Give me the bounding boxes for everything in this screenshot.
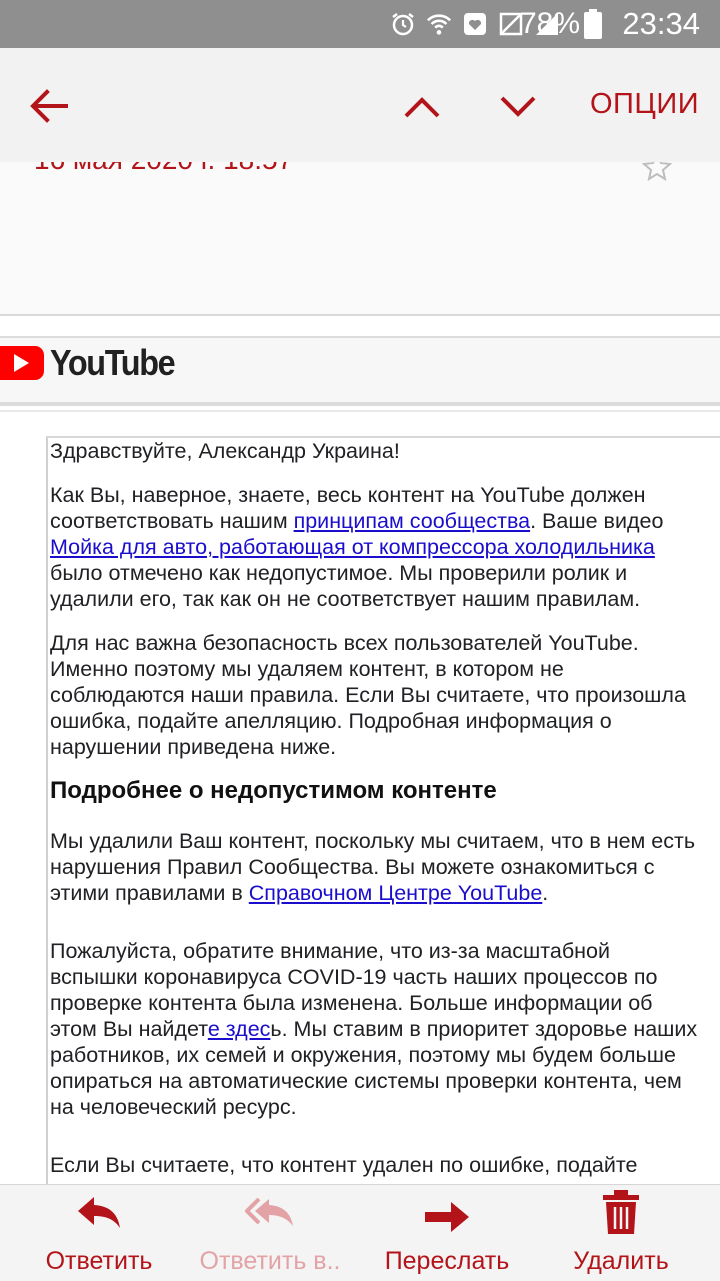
delete-button[interactable]: Удалить [570,1185,672,1281]
youtube-logo: YouTube [0,342,188,384]
message-date: 16 мая 2020 г. 18:57 [34,162,293,176]
forward-button[interactable]: Переслать [382,1185,512,1281]
battery-icon [584,9,602,44]
wifi-icon [426,11,452,37]
paragraph-2: Для нас важна безопасность всех пользова… [50,631,686,759]
reply-all-label: Ответить в.. [199,1247,341,1275]
brand-banner: YouTube [0,336,720,404]
greeting: Здравствуйте, Александр Украина! [50,439,400,463]
previous-message-button[interactable] [402,92,442,120]
status-time: 23:34 [622,6,700,41]
app-bar: ОПЦИИ [0,48,720,163]
covid-info-link[interactable]: е здес [208,1017,271,1041]
section-heading: Подробнее о недопустимом контенте [50,777,497,804]
delete-label: Удалить [573,1247,669,1275]
alarm-icon [390,11,416,37]
reply-all-icon [245,1197,293,1226]
star-icon[interactable] [641,162,673,187]
paragraph-5: Если Вы считаете, что контент удален по … [50,1153,638,1177]
heart-notification-icon [462,11,488,37]
reply-all-button[interactable]: Ответить в.. [192,1185,348,1281]
reply-label: Ответить [45,1247,153,1275]
message-body[interactable]: YouTube Здравствуйте, Александр Украина!… [0,316,720,1184]
chevron-up-icon [404,97,440,118]
options-button[interactable]: ОПЦИИ [590,88,699,121]
next-message-button[interactable] [498,92,538,120]
paragraph-1: Как Вы, наверное, знаете, весь контент н… [50,483,664,611]
youtube-wordmark: YouTube [50,342,176,383]
community-guidelines-link[interactable]: принципам сообщества [294,509,531,533]
chevron-down-icon [500,96,536,117]
back-arrow-icon [30,89,68,123]
back-button[interactable] [28,88,70,124]
paragraph-3: Мы удалили Ваш контент, поскольку мы счи… [50,829,696,905]
help-center-link[interactable]: Справочном Центре YouTube [249,881,543,905]
forward-label: Переслать [384,1247,510,1275]
bottom-action-bar: Ответить Ответить в.. Переслать Удалить [0,1184,720,1281]
email-content: Здравствуйте, Александр Украина! Как Вы,… [50,438,720,1184]
reply-icon [78,1197,120,1228]
status-bar: 78% 23:34 [0,0,720,48]
video-title-link[interactable]: Мойка для авто, работающая от компрессор… [50,535,655,559]
forward-icon [425,1202,469,1232]
battery-percent: 78% [519,7,580,40]
trash-icon [603,1190,639,1234]
divider [0,404,720,412]
youtube-play-icon [0,346,44,380]
paragraph-4: Пожалуйста, обратите внимание, что из-за… [50,939,698,1119]
reply-button[interactable]: Ответить [40,1185,158,1281]
message-header: 16 мая 2020 г. 18:57 [0,162,720,316]
